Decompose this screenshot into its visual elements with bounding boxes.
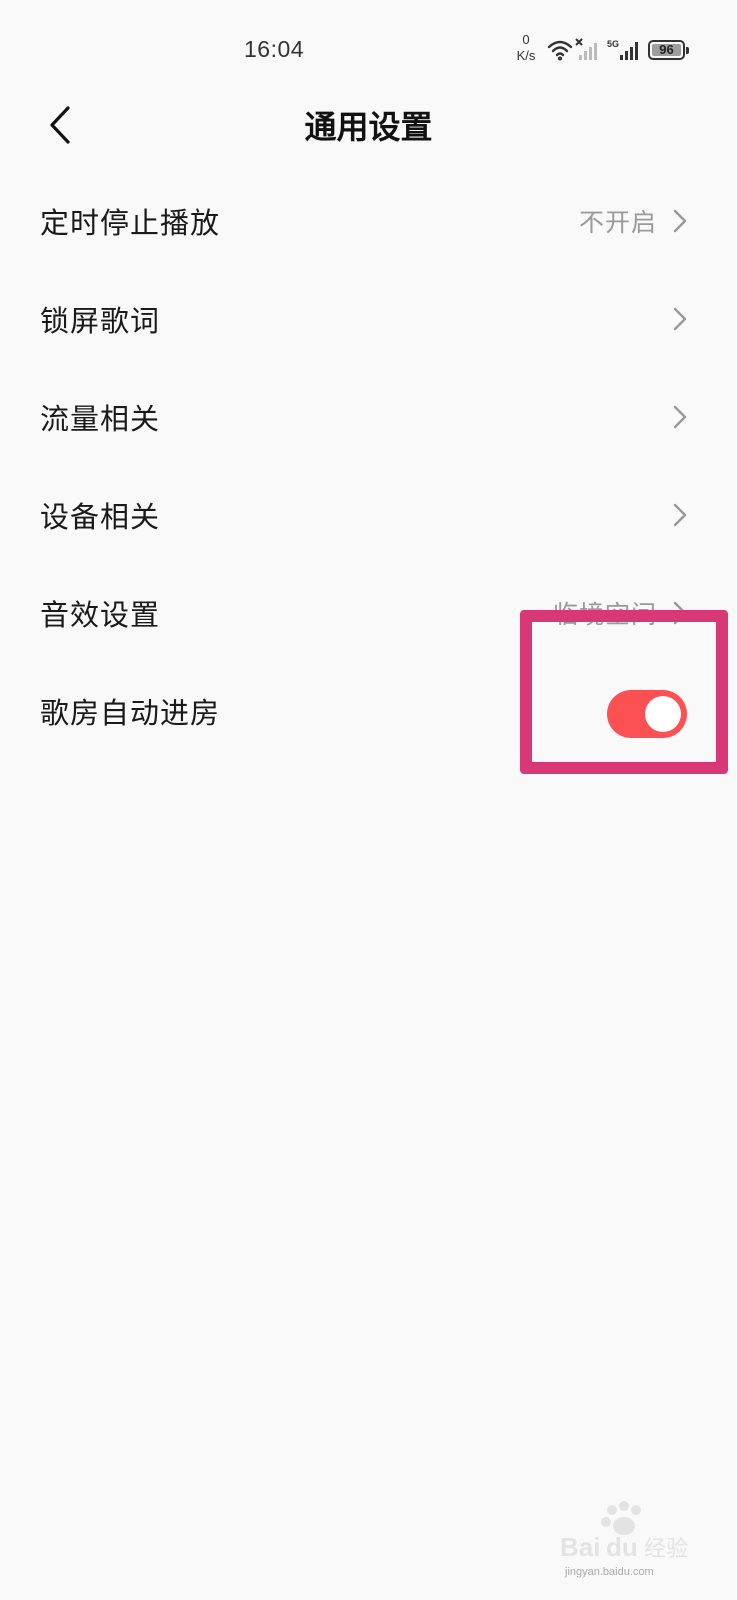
chevron-right-icon <box>673 503 687 527</box>
setting-label: 流量相关 <box>40 402 161 436</box>
svg-text:du: du <box>606 1532 638 1562</box>
setting-devices[interactable]: 设备相关 <box>0 466 737 564</box>
toggle-knob <box>645 696 681 732</box>
setting-value: 临境空间 <box>552 600 657 629</box>
status-time: 16:04 <box>244 36 305 62</box>
setting-label: 音效设置 <box>40 598 161 632</box>
svg-text:Bai: Bai <box>560 1532 600 1562</box>
signal-5g-icon: 5G <box>607 39 638 60</box>
chevron-right-icon <box>673 405 687 429</box>
setting-label: 设备相关 <box>40 500 161 534</box>
battery-level: 96 <box>659 42 674 57</box>
screen: 16:04 0 K/s 5G 96 通用设置 定时停止播放 不开启 锁屏歌词 流… <box>0 0 737 1600</box>
svg-text:经验: 经验 <box>644 1537 688 1562</box>
net-speed-value: 0 <box>522 32 530 47</box>
watermark-url: jingyan.baidu.com <box>565 1566 654 1578</box>
page-title: 通用设置 <box>304 108 433 146</box>
setting-value: 不开启 <box>578 208 657 237</box>
chevron-right-icon <box>673 601 687 625</box>
net-speed: 0 K/s <box>511 32 541 64</box>
wifi-icon <box>547 40 573 61</box>
header: 通用设置 <box>0 90 737 160</box>
signal-no-sim-icon <box>575 38 597 60</box>
setting-label: 歌房自动进房 <box>40 696 221 730</box>
chevron-right-icon <box>673 209 687 233</box>
setting-ktv-auto-join: 歌房自动进房 <box>0 662 737 760</box>
network-type-label: 5G <box>607 39 619 49</box>
setting-sleep-timer[interactable]: 定时停止播放 不开启 <box>0 172 737 270</box>
chevron-right-icon <box>673 307 687 331</box>
setting-label: 锁屏歌词 <box>40 304 161 338</box>
setting-sound-effects[interactable]: 音效设置 临境空间 <box>0 564 737 662</box>
setting-lockscreen-lyrics[interactable]: 锁屏歌词 <box>0 270 737 368</box>
status-bar: 16:04 0 K/s 5G 96 <box>0 0 737 100</box>
battery-icon: 96 <box>648 40 689 60</box>
setting-data-usage[interactable]: 流量相关 <box>0 368 737 466</box>
net-speed-unit: K/s <box>516 48 536 63</box>
settings-list: 定时停止播放 不开启 锁屏歌词 流量相关 设备相关 音效设置 临境空间 歌房自动… <box>0 172 737 760</box>
setting-label: 定时停止播放 <box>40 206 221 240</box>
ktv-auto-join-toggle[interactable] <box>607 690 687 738</box>
